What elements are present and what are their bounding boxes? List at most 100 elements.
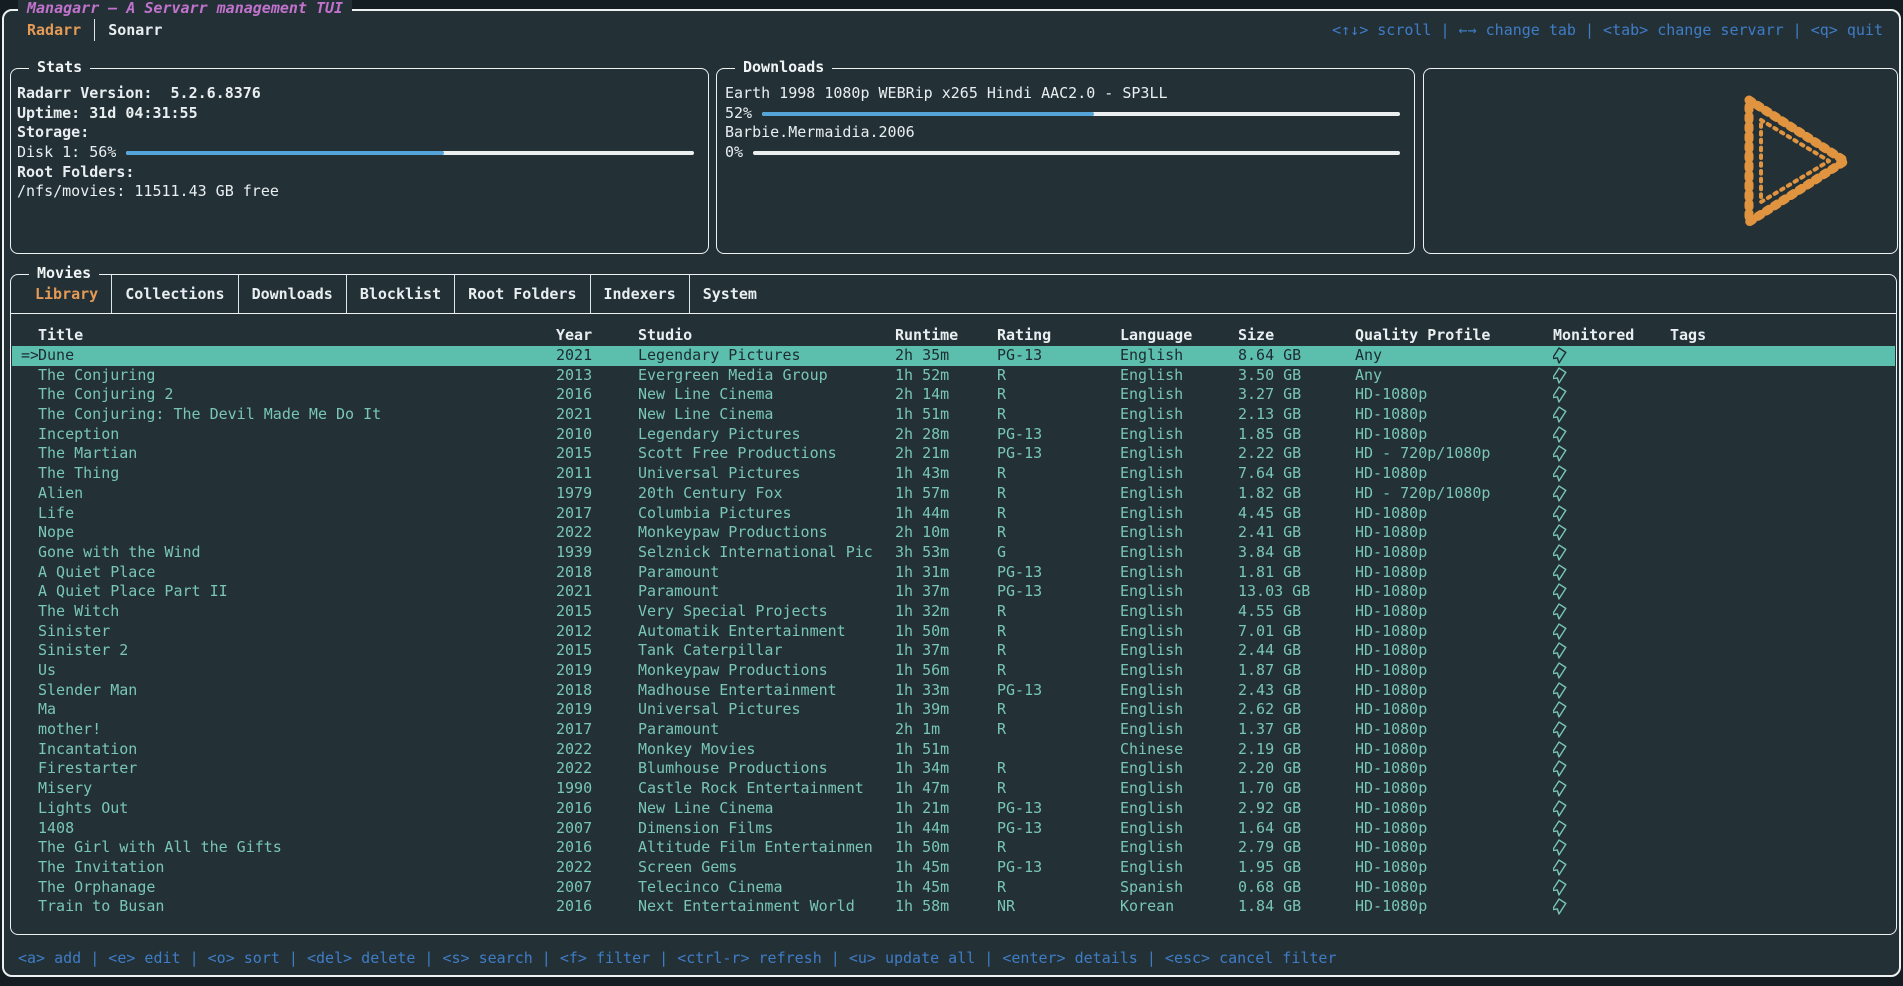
cell-year: 2010 <box>556 425 638 445</box>
cell-title: Incantation <box>38 740 556 760</box>
cell-studio: Scott Free Productions <box>638 444 895 464</box>
movie-row-the-girl-with-all-the-gifts[interactable]: The Girl with All the Gifts2016Altitude … <box>12 838 1895 858</box>
cell-language: Chinese <box>1120 740 1238 760</box>
cell-rating: G <box>997 543 1120 563</box>
monitored-bookmark-icon <box>1553 464 1568 483</box>
movies-tab-system[interactable]: System <box>690 285 770 303</box>
movie-row-1408[interactable]: 14082007Dimension Films1h 44mPG-13Englis… <box>12 819 1895 839</box>
column-header-size: Size <box>1238 326 1355 346</box>
movie-row-the-witch[interactable]: The Witch2015Very Special Projects1h 32m… <box>12 602 1895 622</box>
cell-studio: Monkeypaw Productions <box>638 523 895 543</box>
cell-rating: PG-13 <box>997 582 1120 602</box>
monitored-bookmark-icon <box>1553 878 1568 897</box>
cell-studio: New Line Cinema <box>638 385 895 405</box>
monitored-bookmark-icon <box>1553 366 1568 385</box>
cell-size: 1.87 GB <box>1238 661 1355 681</box>
movie-row-the-conjuring[interactable]: The Conjuring2013Evergreen Media Group1h… <box>12 366 1895 386</box>
row-selection-arrow: => <box>12 346 38 366</box>
cell-runtime: 1h 58m <box>895 897 997 917</box>
cell-size: 2.19 GB <box>1238 740 1355 760</box>
downloads-panel: Downloads Earth 1998 1080p WEBRip x265 H… <box>716 68 1415 254</box>
cell-monitored <box>1553 720 1670 740</box>
cell-title: The Girl with All the Gifts <box>38 838 556 858</box>
movies-tab-library[interactable]: Library <box>22 285 111 303</box>
cell-title: Lights Out <box>38 799 556 819</box>
movie-row-the-conjuring-the-devil-made-me-do-it[interactable]: The Conjuring: The Devil Made Me Do It20… <box>12 405 1895 425</box>
cell-size: 1.95 GB <box>1238 858 1355 878</box>
cell-language: English <box>1120 543 1238 563</box>
movie-row-nope[interactable]: Nope2022Monkeypaw Productions2h 10mREngl… <box>12 523 1895 543</box>
movie-row-gone-with-the-wind[interactable]: Gone with the Wind1939Selznick Internati… <box>12 543 1895 563</box>
cell-quality-profile: HD-1080p <box>1355 641 1553 661</box>
movie-row-dune[interactable]: =>Dune2021Legendary Pictures2h 35mPG-13E… <box>12 346 1895 366</box>
movie-row-ma[interactable]: Ma2019Universal Pictures1h 39mREnglish2.… <box>12 700 1895 720</box>
movie-row-train-to-busan[interactable]: Train to Busan2016Next Entertainment Wor… <box>12 897 1895 917</box>
cell-runtime: 1h 45m <box>895 878 997 898</box>
movie-row-inception[interactable]: Inception2010Legendary Pictures2h 28mPG-… <box>12 425 1895 445</box>
tab-sonarr[interactable]: Sonarr <box>95 21 175 39</box>
cell-studio: Legendary Pictures <box>638 425 895 445</box>
cell-tags <box>1670 504 1895 524</box>
cell-language: English <box>1120 641 1238 661</box>
download-progress-fill <box>762 112 1094 116</box>
movie-row-a-quiet-place[interactable]: A Quiet Place2018Paramount1h 31mPG-13Eng… <box>12 563 1895 583</box>
cell-monitored <box>1553 385 1670 405</box>
movie-row-sinister[interactable]: Sinister2012Automatik Entertainment1h 50… <box>12 622 1895 642</box>
movie-row-the-conjuring-2[interactable]: The Conjuring 22016New Line Cinema2h 14m… <box>12 385 1895 405</box>
movies-tab-downloads[interactable]: Downloads <box>239 285 346 303</box>
movie-row-life[interactable]: Life2017Columbia Pictures1h 44mREnglish4… <box>12 504 1895 524</box>
disk-usage-line: Disk 1: 56% <box>17 143 694 163</box>
movies-tab-root-folders[interactable]: Root Folders <box>455 285 589 303</box>
cell-monitored <box>1553 484 1670 504</box>
cell-year: 2022 <box>556 740 638 760</box>
movie-row-lights-out[interactable]: Lights Out2016New Line Cinema1h 21mPG-13… <box>12 799 1895 819</box>
tab-radarr[interactable]: Radarr <box>14 21 94 39</box>
cell-studio: Paramount <box>638 582 895 602</box>
cell-language: English <box>1120 759 1238 779</box>
storage-label: Storage: <box>17 123 694 143</box>
cell-rating: R <box>997 484 1120 504</box>
cell-quality-profile: HD-1080p <box>1355 897 1553 917</box>
movies-tab-collections[interactable]: Collections <box>112 285 237 303</box>
cell-monitored <box>1553 681 1670 701</box>
cell-studio: Telecinco Cinema <box>638 878 895 898</box>
movies-tab-blocklist[interactable]: Blocklist <box>347 285 454 303</box>
movie-row-alien[interactable]: Alien197920th Century Fox1h 57mREnglish1… <box>12 484 1895 504</box>
download-percent-label: 0% <box>725 143 743 163</box>
disk-usage-label: Disk 1: 56% <box>17 143 116 163</box>
column-header-monitored: Monitored <box>1553 326 1670 346</box>
movie-row-us[interactable]: Us2019Monkeypaw Productions1h 56mREnglis… <box>12 661 1895 681</box>
movie-row-incantation[interactable]: Incantation2022Monkey Movies1h 51mChines… <box>12 740 1895 760</box>
cell-quality-profile: HD-1080p <box>1355 838 1553 858</box>
servarr-tab-bar: Radarr Sonarr <box>14 19 175 41</box>
cell-year: 2016 <box>556 385 638 405</box>
cell-studio: Evergreen Media Group <box>638 366 895 386</box>
movie-row-misery[interactable]: Misery1990Castle Rock Entertainment1h 47… <box>12 779 1895 799</box>
movies-tab-indexers[interactable]: Indexers <box>591 285 689 303</box>
movie-row-firestarter[interactable]: Firestarter2022Blumhouse Productions1h 3… <box>12 759 1895 779</box>
cell-language: English <box>1120 366 1238 386</box>
movie-row-the-martian[interactable]: The Martian2015Scott Free Productions2h … <box>12 444 1895 464</box>
row-selection-arrow <box>12 819 38 839</box>
cell-title: Inception <box>38 425 556 445</box>
cell-quality-profile: HD-1080p <box>1355 819 1553 839</box>
cell-runtime: 1h 56m <box>895 661 997 681</box>
cell-language: English <box>1120 681 1238 701</box>
movie-row-a-quiet-place-part-ii[interactable]: A Quiet Place Part II2021Paramount1h 37m… <box>12 582 1895 602</box>
cell-monitored <box>1553 819 1670 839</box>
monitored-bookmark-icon <box>1553 346 1568 365</box>
cell-language: English <box>1120 799 1238 819</box>
cell-monitored <box>1553 543 1670 563</box>
row-selection-arrow <box>12 366 38 386</box>
cell-year: 2018 <box>556 563 638 583</box>
cell-runtime: 2h 14m <box>895 385 997 405</box>
movie-row-slender-man[interactable]: Slender Man2018Madhouse Entertainment1h … <box>12 681 1895 701</box>
monitored-bookmark-icon <box>1553 838 1568 857</box>
movie-row-the-orphanage[interactable]: The Orphanage2007Telecinco Cinema1h 45mR… <box>12 878 1895 898</box>
movie-row-the-invitation[interactable]: The Invitation2022Screen Gems1h 45mPG-13… <box>12 858 1895 878</box>
movie-row-the-thing[interactable]: The Thing2011Universal Pictures1h 43mREn… <box>12 464 1895 484</box>
movie-row-mother-[interactable]: mother!2017Paramount2h 1mREnglish1.37 GB… <box>12 720 1895 740</box>
cell-language: English <box>1120 779 1238 799</box>
movie-row-sinister-2[interactable]: Sinister 22015Tank Caterpillar1h 37mREng… <box>12 641 1895 661</box>
root-folders-label: Root Folders: <box>17 163 694 183</box>
